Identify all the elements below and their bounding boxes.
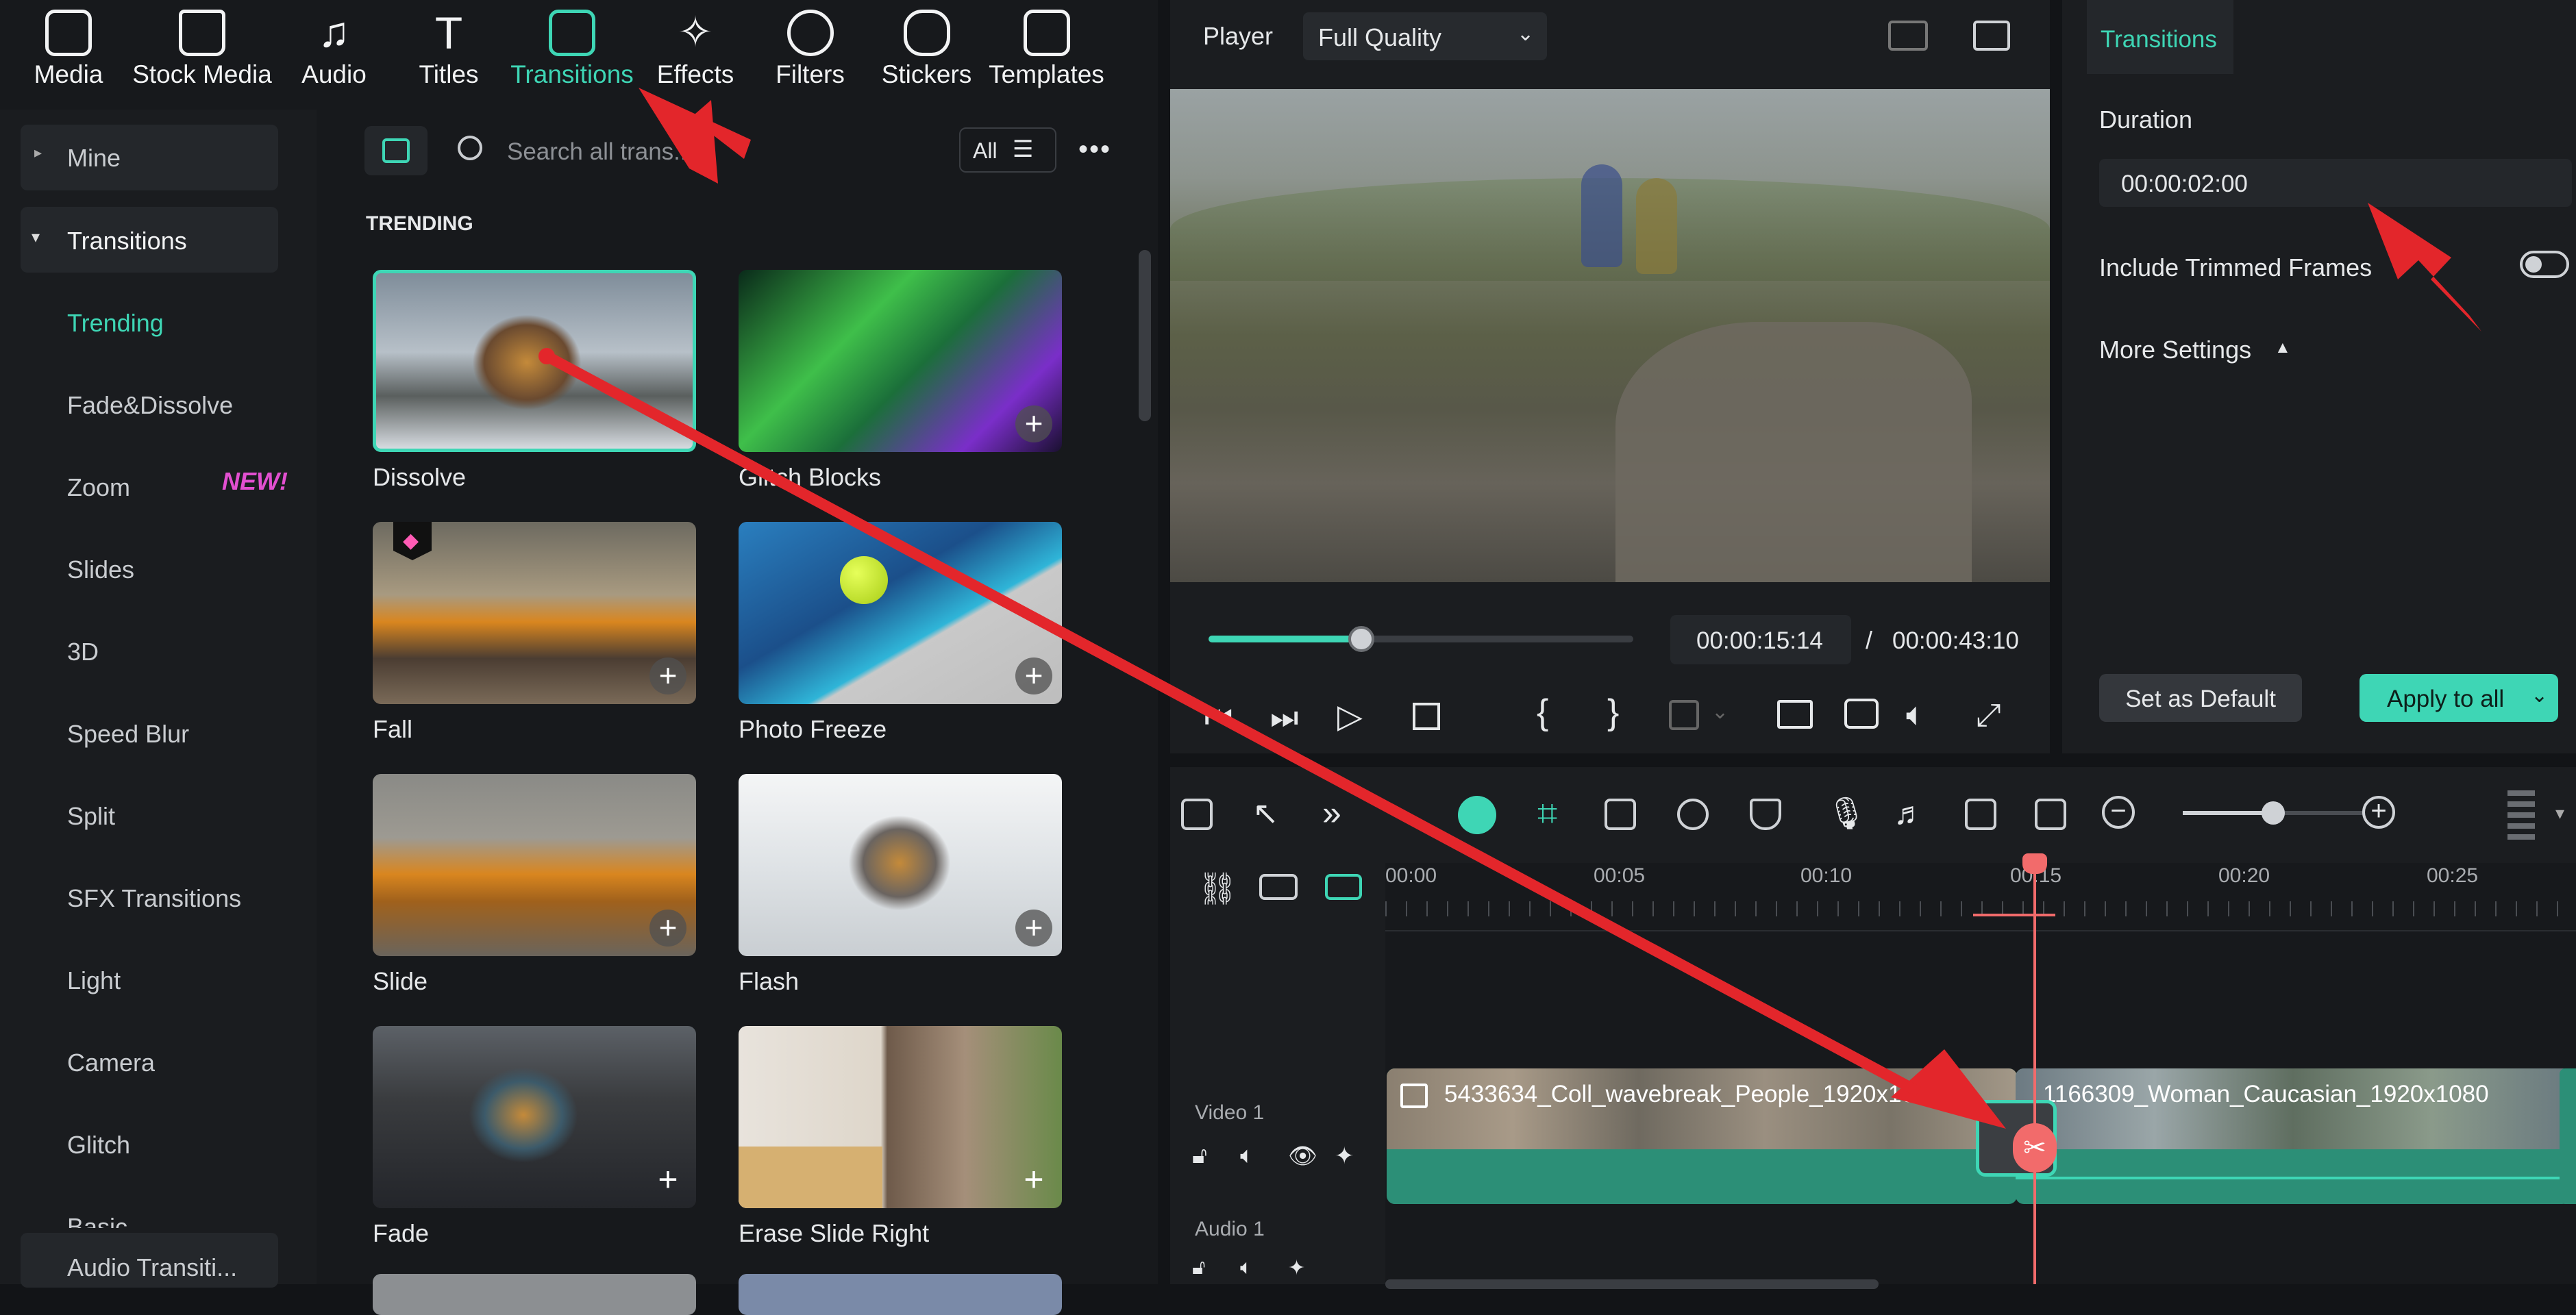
annotation-overlay — [538, 88, 2481, 1129]
annotation-arrow-tail — [538, 348, 555, 364]
annotation-arrow — [2368, 203, 2481, 331]
annotation-arrow — [639, 88, 751, 184]
annotation-arrow-line — [544, 351, 1921, 1097]
